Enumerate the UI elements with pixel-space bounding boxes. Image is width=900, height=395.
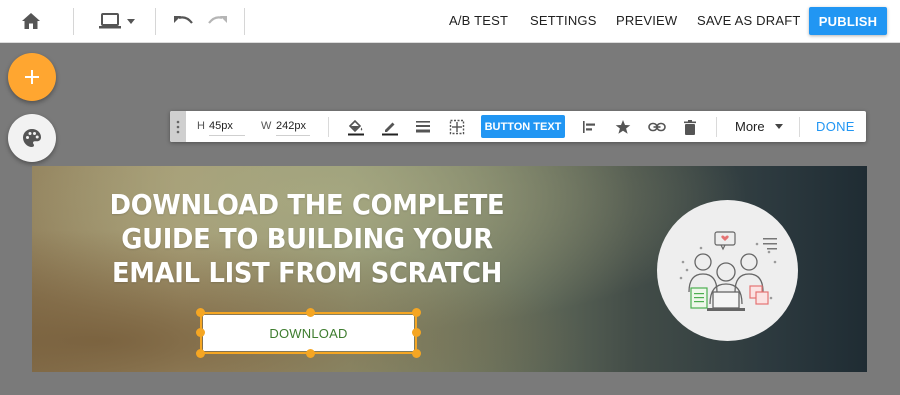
ab-test-link[interactable]: A/B TEST xyxy=(449,13,508,28)
border-color-icon[interactable] xyxy=(380,117,400,137)
more-label: More xyxy=(735,119,765,134)
resize-handle-se[interactable] xyxy=(412,349,421,358)
laptop-icon[interactable] xyxy=(96,8,124,34)
resize-handle-e[interactable] xyxy=(412,328,421,337)
height-input[interactable] xyxy=(209,117,245,136)
undo-icon[interactable] xyxy=(171,8,195,34)
settings-link[interactable]: SETTINGS xyxy=(530,13,597,28)
publish-button[interactable]: PUBLISH xyxy=(809,7,887,35)
separator xyxy=(155,8,156,35)
separator xyxy=(799,117,800,137)
theme-palette-button[interactable] xyxy=(8,114,56,162)
more-menu[interactable]: More xyxy=(735,119,784,134)
resize-handle-sw[interactable] xyxy=(196,349,205,358)
headline-line: EMAIL LIST FROM SCRATCH xyxy=(111,256,503,289)
resize-handle-nw[interactable] xyxy=(196,308,205,317)
width-label: W xyxy=(261,120,272,132)
delete-icon[interactable] xyxy=(680,117,700,137)
download-button[interactable]: DOWNLOAD xyxy=(203,315,414,351)
redo-icon[interactable] xyxy=(206,8,230,34)
button-text-button[interactable]: BUTTON TEXT xyxy=(481,115,565,138)
caret-down-icon xyxy=(775,124,784,129)
home-icon[interactable] xyxy=(18,8,44,34)
height-label: H xyxy=(197,120,205,132)
star-icon[interactable] xyxy=(613,117,633,137)
spacing-icon[interactable] xyxy=(447,117,467,137)
width-input[interactable] xyxy=(276,117,310,136)
resize-handle-s[interactable] xyxy=(306,349,315,358)
align-left-icon[interactable] xyxy=(579,117,599,137)
caret-down-icon[interactable] xyxy=(125,8,137,34)
separator xyxy=(244,8,245,35)
top-bar: A/B TEST SETTINGS PREVIEW SAVE AS DRAFT … xyxy=(0,0,900,43)
resize-handle-w[interactable] xyxy=(196,328,205,337)
selected-button-frame: DOWNLOAD xyxy=(196,308,421,358)
separator xyxy=(716,117,717,137)
resize-handle-ne[interactable] xyxy=(412,308,421,317)
done-button[interactable]: DONE xyxy=(816,119,855,134)
palette-icon xyxy=(23,129,41,147)
separator xyxy=(328,117,329,137)
border-style-icon[interactable] xyxy=(413,117,433,137)
team-icon xyxy=(657,200,798,341)
separator xyxy=(73,8,74,35)
headline-line: DOWNLOAD THE COMPLETE xyxy=(109,188,505,221)
add-element-button[interactable] xyxy=(8,53,56,101)
preview-link[interactable]: PREVIEW xyxy=(616,13,677,28)
resize-handle-n[interactable] xyxy=(306,308,315,317)
plus-icon xyxy=(25,70,39,84)
link-icon[interactable] xyxy=(647,117,667,137)
banner-headline[interactable]: DOWNLOAD THE COMPLETE GUIDE TO BUILDING … xyxy=(54,188,560,290)
headline-line: GUIDE TO BUILDING YOUR xyxy=(121,222,493,255)
fill-color-icon[interactable] xyxy=(346,117,366,137)
hero-banner[interactable]: DOWNLOAD THE COMPLETE GUIDE TO BUILDING … xyxy=(32,166,867,372)
drag-handle-icon[interactable] xyxy=(170,111,186,142)
save-as-draft-link[interactable]: SAVE AS DRAFT xyxy=(697,13,801,28)
button-edit-toolbar: H W BUTTON TEXT More DONE xyxy=(170,111,866,142)
